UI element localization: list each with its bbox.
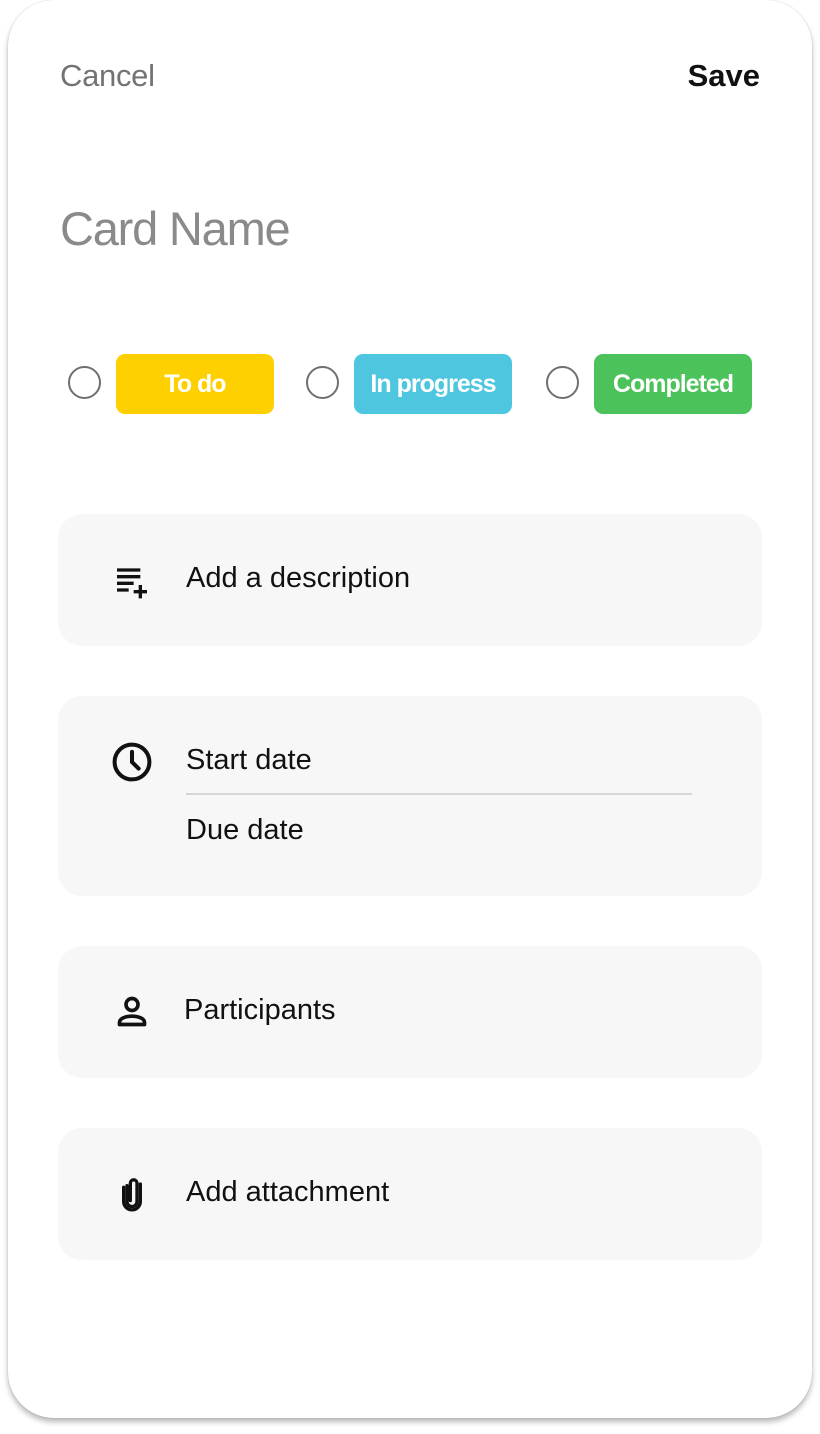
playlist-add-icon	[110, 558, 154, 602]
participants-section[interactable]: Participants	[58, 946, 762, 1078]
due-date-field[interactable]: Due date	[186, 814, 304, 847]
status-radio-completed[interactable]	[546, 366, 579, 399]
status-badge-in-progress[interactable]: In progress	[354, 354, 512, 414]
dates-section: Start date Due date	[58, 696, 762, 896]
status-option-completed[interactable]: Completed	[546, 354, 756, 414]
status-badge-todo[interactable]: To do	[116, 354, 274, 414]
clock-icon	[110, 740, 154, 784]
status-selector: To do In progress Completed	[8, 354, 812, 414]
card-editor-screen: Cancel Save To do In progress Completed …	[8, 0, 812, 1418]
attachment-label: Add attachment	[186, 1176, 390, 1208]
description-section[interactable]: Add a description	[58, 514, 762, 646]
attachment-section[interactable]: Add attachment	[58, 1128, 762, 1260]
paperclip-icon	[110, 1172, 154, 1216]
status-badge-completed[interactable]: Completed	[594, 354, 752, 414]
status-option-in-progress[interactable]: In progress	[306, 354, 516, 414]
date-divider	[186, 793, 692, 795]
cancel-button[interactable]: Cancel	[60, 58, 155, 94]
card-name-input[interactable]	[60, 196, 750, 260]
save-button[interactable]: Save	[688, 58, 760, 94]
person-icon	[110, 990, 154, 1034]
participants-label: Participants	[184, 994, 336, 1026]
start-date-field[interactable]: Start date	[186, 744, 312, 777]
status-radio-in-progress[interactable]	[306, 366, 339, 399]
top-bar: Cancel Save	[60, 58, 760, 102]
status-option-todo[interactable]: To do	[68, 354, 278, 414]
description-label: Add a description	[186, 562, 411, 594]
status-radio-todo[interactable]	[68, 366, 101, 399]
